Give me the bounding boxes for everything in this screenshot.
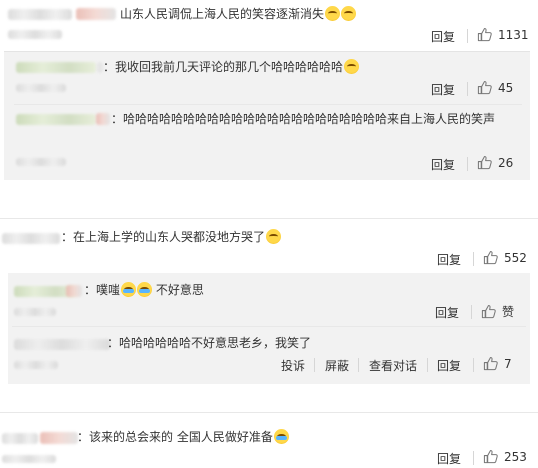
- divider: [14, 104, 522, 105]
- reply-button[interactable]: 回复: [431, 81, 455, 98]
- thumbs-up-icon: [477, 27, 492, 42]
- like-button[interactable]: 7: [483, 356, 512, 371]
- divider: [467, 29, 468, 43]
- badge-blurred: [40, 432, 78, 444]
- reply-button[interactable]: 回复: [435, 304, 459, 321]
- laugh-cry-emoji-icon: [137, 282, 153, 297]
- comment-text: ：哈哈哈哈哈哈不好意思老乡，我笑了: [107, 336, 312, 350]
- reply-button[interactable]: 回复: [437, 357, 461, 374]
- reply-button[interactable]: 回复: [437, 450, 461, 467]
- thumbs-up-icon: [483, 356, 498, 371]
- like-button[interactable]: 赞: [481, 303, 514, 320]
- reply-button[interactable]: 回复: [431, 28, 455, 45]
- timestamp-blurred: [14, 361, 58, 369]
- like-button[interactable]: 253: [483, 449, 527, 464]
- like-count: 253: [504, 449, 527, 464]
- smile-emoji-icon: [344, 59, 360, 74]
- laugh-cry-emoji-icon: [273, 429, 289, 444]
- divider: [4, 51, 530, 52]
- smile-emoji-icon: [266, 229, 282, 244]
- thumbs-up-icon: [483, 449, 498, 464]
- username-blurred[interactable]: [8, 9, 72, 20]
- divider: [473, 358, 474, 372]
- thumbs-up-icon: [477, 155, 492, 170]
- divider: [0, 412, 538, 413]
- view-conversation-button[interactable]: 查看对话: [369, 357, 417, 374]
- like-count: 26: [498, 155, 514, 170]
- divider: [471, 305, 472, 319]
- comment-text: 山东人民调侃上海人民的笑容逐渐消失: [120, 6, 357, 22]
- divider: [358, 358, 359, 372]
- username-blurred[interactable]: [2, 233, 60, 244]
- divider: [467, 82, 468, 96]
- comment-text: ：哈哈哈哈哈哈哈哈哈哈哈哈哈哈哈哈哈哈哈哈哈哈来自上海人民的笑声: [111, 112, 496, 126]
- thumbs-up-icon: [483, 250, 498, 265]
- thumbs-up-icon: [477, 80, 492, 95]
- like-button[interactable]: 552: [483, 250, 527, 265]
- like-button[interactable]: 45: [477, 80, 513, 95]
- username-blurred[interactable]: [16, 62, 96, 73]
- like-count: 1131: [498, 27, 529, 42]
- comment-text: ：该来的总会来的 全国人民做好准备: [77, 429, 289, 445]
- divider: [12, 326, 526, 327]
- timestamp-blurred: [14, 308, 56, 316]
- timestamp-blurred: [2, 455, 56, 463]
- thumbs-up-icon: [481, 304, 496, 319]
- badge-blurred: [66, 285, 82, 297]
- divider: [427, 358, 428, 372]
- comment-text: ：在上海上学的山东人哭都没地方哭了: [61, 229, 282, 245]
- avatar-badge-blurred: [76, 8, 116, 20]
- divider: [473, 252, 474, 266]
- like-button[interactable]: 26: [477, 155, 513, 170]
- timestamp-blurred: [16, 84, 66, 92]
- like-count: 552: [504, 250, 527, 265]
- like-button[interactable]: 1131: [477, 27, 529, 42]
- like-count: 7: [504, 356, 512, 371]
- username-blurred[interactable]: [14, 339, 110, 350]
- reply-button[interactable]: 回复: [437, 251, 461, 268]
- divider: [0, 218, 538, 219]
- reply-button[interactable]: 回复: [431, 156, 455, 173]
- laugh-cry-emoji-icon: [121, 282, 137, 297]
- like-count: 45: [498, 80, 514, 95]
- smile-emoji-icon: [341, 6, 357, 21]
- divider: [473, 451, 474, 465]
- timestamp-blurred: [8, 30, 62, 39]
- comment-text: ：噗嗤 不好意思: [84, 282, 204, 297]
- block-button[interactable]: 屏蔽: [325, 357, 349, 374]
- report-button[interactable]: 投诉: [281, 357, 305, 374]
- divider: [314, 358, 315, 372]
- divider: [467, 157, 468, 171]
- username-blurred[interactable]: [2, 433, 38, 444]
- smile-emoji-icon: [325, 6, 341, 21]
- timestamp-blurred: [16, 158, 66, 166]
- comment-text: ：我收回我前几天评论的那几个哈哈哈哈哈哈: [103, 59, 360, 75]
- like-label: 赞: [502, 305, 515, 319]
